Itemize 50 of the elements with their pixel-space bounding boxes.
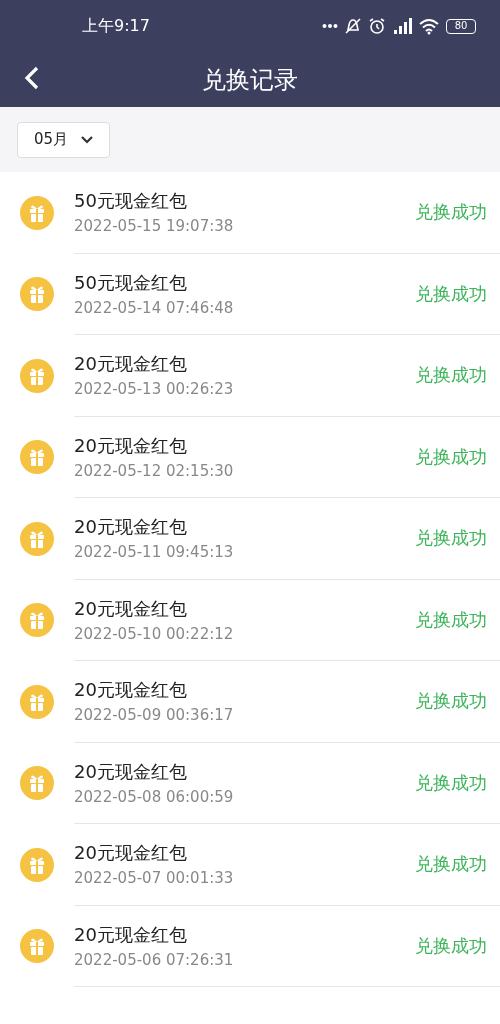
gift-icon [20,358,54,393]
status-time: 上午9:17 [82,15,150,37]
wifi-icon [418,17,440,35]
timestamp: 2022-05-12 02:15:30 [74,461,234,480]
reward-title: 20元现金红包 [74,922,188,947]
reward-title: 20元现金红包 [74,759,188,784]
alarm-clock-icon [368,17,386,35]
status-label: 兑换成功 [415,200,487,225]
status-label: 兑换成功 [415,363,487,388]
reward-title: 50元现金红包 [74,189,188,214]
timestamp: 2022-05-15 19:07:38 [74,217,234,236]
timestamp: 2022-05-07 00:01:33 [74,869,234,888]
timestamp: 2022-05-06 07:26:31 [74,950,234,969]
gift-icon [20,440,54,475]
gift-icon [20,766,54,801]
reward-title: 20元现金红包 [74,352,188,377]
month-dropdown[interactable]: 05月 [17,121,111,158]
gift-icon [20,929,54,964]
gift-icon [20,521,54,556]
reward-title: 50元现金红包 [74,270,188,295]
page-title: 兑换记录 [202,64,298,96]
gift-icon [20,277,54,312]
status-label: 兑换成功 [415,689,487,714]
reward-title: 20元现金红包 [74,678,188,703]
muted-bell-icon [344,17,362,35]
reward-title: 20元现金红包 [74,841,188,866]
chevron-down-icon [80,135,95,144]
gift-icon [20,847,54,882]
status-label: 兑换成功 [415,770,487,795]
status-label: 兑换成功 [415,852,487,877]
status-label: 兑换成功 [415,933,487,958]
gift-icon [20,195,54,230]
reward-title: 20元现金红包 [74,515,188,540]
status-label: 兑换成功 [415,281,487,306]
status-label: 兑换成功 [415,607,487,632]
gift-icon [20,684,54,719]
timestamp: 2022-05-11 09:45:13 [74,543,234,562]
timestamp: 2022-05-14 07:46:48 [74,298,234,317]
more-dots-icon [322,23,338,29]
battery-icon: 80 [446,18,476,34]
timestamp: 2022-05-09 00:36:17 [74,706,234,725]
gift-icon [20,603,54,638]
reward-title: 20元现金红包 [74,596,188,621]
reward-title: 20元现金红包 [74,433,188,458]
timestamp: 2022-05-10 00:22:12 [74,624,234,643]
timestamp: 2022-05-08 06:00:59 [74,787,234,806]
signal-icon [392,17,412,35]
status-label: 兑换成功 [415,526,487,551]
status-label: 兑换成功 [415,444,487,469]
timestamp: 2022-05-13 00:26:23 [74,380,234,399]
